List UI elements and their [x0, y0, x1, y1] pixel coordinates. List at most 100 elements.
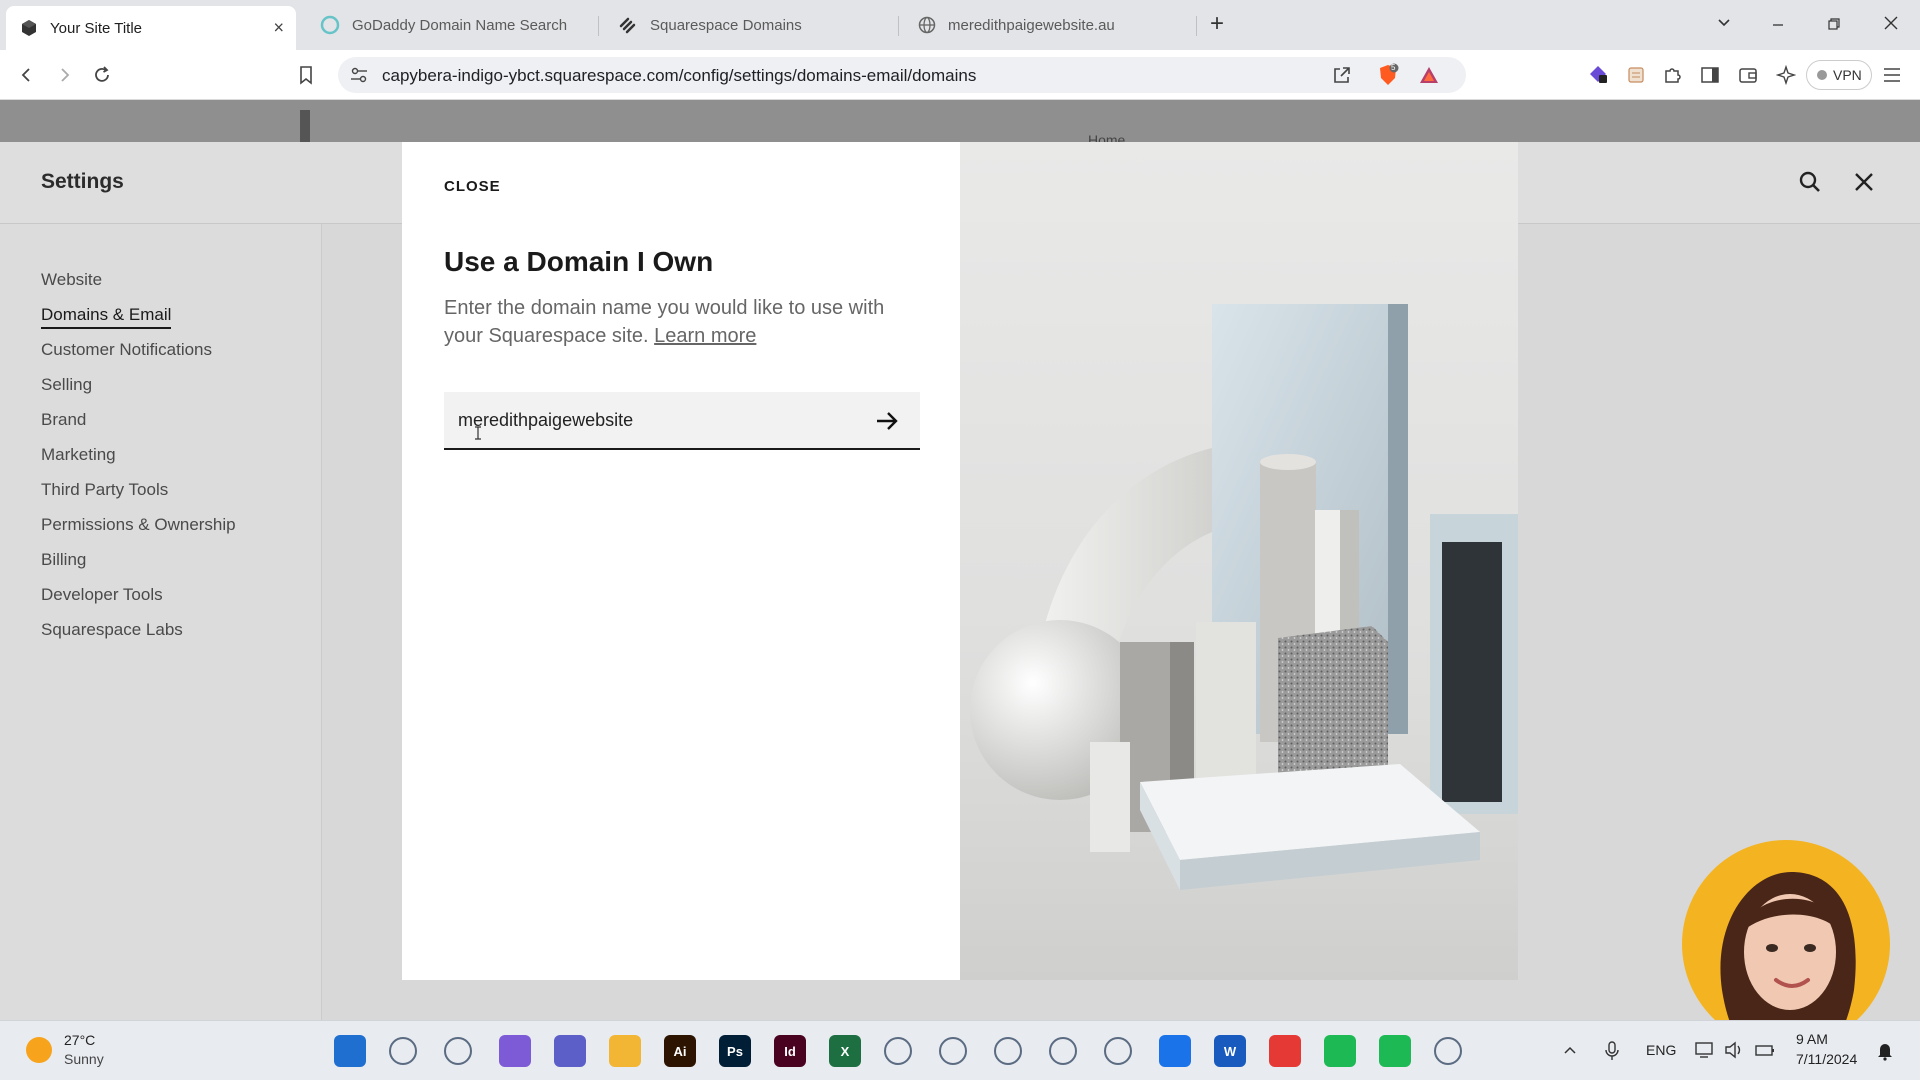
modal-form-panel: CLOSE Use a Domain I Own Enter the domai…	[402, 142, 960, 980]
search-icon[interactable]	[389, 1037, 417, 1065]
learn-more-link[interactable]: Learn more	[654, 325, 756, 347]
back-arrow-icon[interactable]	[18, 66, 36, 84]
modal-description: Enter the domain name you would like to …	[444, 294, 924, 350]
task-view-icon[interactable]	[444, 1037, 472, 1065]
close-tab-icon[interactable]: ×	[273, 18, 284, 39]
site-settings-icon[interactable]	[350, 67, 368, 83]
submit-arrow-button[interactable]	[872, 406, 902, 436]
weather-temperature[interactable]: 27°C	[64, 1032, 95, 1048]
tab-separator	[1196, 16, 1197, 36]
presenter-avatar	[1720, 871, 1856, 1048]
menu-hamburger-icon[interactable]	[1882, 66, 1902, 84]
weather-condition[interactable]: Sunny	[64, 1051, 104, 1067]
wallet-icon[interactable]	[1738, 65, 1758, 85]
illustrator-icon[interactable]: Ai	[664, 1035, 696, 1067]
shield-badge-count: 5	[1391, 63, 1396, 72]
tab-title: Squarespace Domains	[650, 16, 802, 34]
sidebar-item-customer-notifications[interactable]: Customer Notifications	[41, 340, 212, 360]
forward-arrow-icon[interactable]	[55, 66, 73, 84]
teams-icon[interactable]	[554, 1035, 586, 1067]
arrow-right-icon	[877, 412, 898, 430]
tab-squarespace-domains[interactable]: Squarespace Domains	[604, 8, 894, 42]
network-icon[interactable]	[1694, 1041, 1714, 1059]
modal-close-button[interactable]: CLOSE	[444, 178, 501, 195]
sidebar-item-website[interactable]: Website	[41, 270, 102, 290]
settings-title: Settings	[41, 170, 124, 193]
share-icon[interactable]	[1332, 65, 1352, 85]
minimize-window-icon[interactable]	[1770, 16, 1786, 32]
windows-start-icon[interactable]	[334, 1035, 366, 1067]
brave-icon[interactable]	[939, 1037, 967, 1065]
photoshop-icon[interactable]: Ps	[719, 1035, 751, 1067]
edge-globe-icon[interactable]	[994, 1037, 1022, 1065]
video-app-icon[interactable]	[1269, 1035, 1301, 1067]
address-bar[interactable]: capybera-indigo-ybct.squarespace.com/con…	[338, 57, 1466, 93]
language-indicator[interactable]: ENG	[1646, 1042, 1676, 1058]
sidebar-item-brand[interactable]: Brand	[41, 410, 86, 430]
notepad-icon[interactable]	[1049, 1037, 1077, 1065]
calculator-icon[interactable]	[1104, 1037, 1132, 1065]
sidebar-toggle-icon[interactable]	[1700, 65, 1720, 85]
excel-icon[interactable]: X	[829, 1035, 861, 1067]
url-text[interactable]: capybera-indigo-ybct.squarespace.com/con…	[382, 66, 976, 86]
sculpture-illustration	[970, 304, 1518, 890]
webcam-overlay	[1682, 840, 1890, 1048]
copilot-icon[interactable]	[499, 1035, 531, 1067]
docs-icon[interactable]	[1159, 1035, 1191, 1067]
indesign-icon[interactable]: Id	[774, 1035, 806, 1067]
vpn-button[interactable]: VPN	[1806, 60, 1872, 90]
sidebar-item-selling[interactable]: Selling	[41, 375, 92, 395]
new-tab-button[interactable]: +	[1210, 10, 1224, 38]
close-settings-icon[interactable]	[1853, 171, 1875, 193]
tab-title: Your Site Title	[50, 19, 142, 37]
restore-window-icon[interactable]	[1826, 16, 1842, 32]
volume-icon[interactable]	[1724, 1041, 1744, 1059]
vpn-label: VPN	[1833, 67, 1862, 83]
windows-taskbar: 27°C Sunny Ai Ps Id X W ENG 9 AM 7/11/2024	[0, 1020, 1920, 1080]
tab-title: GoDaddy Domain Name Search	[352, 16, 568, 34]
sidebar-item-domains-email[interactable]: Domains & Email	[41, 305, 172, 329]
sidebar-item-third-party-tools[interactable]: Third Party Tools	[41, 480, 168, 500]
brave-shield-icon[interactable]: 5	[1376, 63, 1400, 87]
tray-overflow-chevron-icon[interactable]	[1562, 1043, 1578, 1057]
word-icon[interactable]: W	[1214, 1035, 1246, 1067]
tab-godaddy[interactable]: GoDaddy Domain Name Search	[306, 8, 596, 42]
close-window-icon[interactable]	[1882, 14, 1900, 32]
reload-icon[interactable]	[92, 65, 112, 85]
text-cursor-icon	[474, 426, 482, 440]
tab-meredithpaigewebsite[interactable]: meredithpaigewebsite.au	[904, 8, 1194, 42]
domain-name-input[interactable]	[458, 392, 858, 448]
chrome-icon[interactable]	[884, 1037, 912, 1065]
browser-toolbar: capybera-indigo-ybct.squarespace.com/con…	[0, 50, 1920, 100]
search-icon[interactable]	[1798, 170, 1822, 194]
globe-icon	[918, 16, 936, 34]
clock-date[interactable]: 7/11/2024	[1796, 1051, 1857, 1067]
squarespace-cube-icon	[20, 19, 38, 37]
battery-icon[interactable]	[1754, 1041, 1776, 1059]
tab-your-site-title[interactable]: Your Site Title ×	[6, 6, 296, 50]
sidebar-item-developer-tools[interactable]: Developer Tools	[41, 585, 163, 605]
use-domain-modal: CLOSE Use a Domain I Own Enter the domai…	[402, 142, 1518, 980]
extensions-puzzle-icon[interactable]	[1662, 65, 1682, 85]
leo-ai-icon[interactable]	[1776, 65, 1796, 85]
godaddy-icon	[320, 15, 340, 35]
browser-tab-bar: Your Site Title × GoDaddy Domain Name Se…	[0, 0, 1920, 50]
sidebar-item-permissions-ownership[interactable]: Permissions & Ownership	[41, 515, 236, 535]
sun-weather-icon[interactable]	[26, 1037, 52, 1063]
clock-time[interactable]: 9 AM	[1796, 1031, 1828, 1047]
bookmark-icon[interactable]	[298, 65, 314, 85]
spotify-2-icon[interactable]	[1379, 1035, 1411, 1067]
tab-title: meredithpaigewebsite.au	[948, 16, 1115, 34]
vpn-app-icon[interactable]	[1434, 1037, 1462, 1065]
sidebar-item-marketing[interactable]: Marketing	[41, 445, 116, 465]
sidebar-item-billing[interactable]: Billing	[41, 550, 86, 570]
microphone-icon[interactable]	[1604, 1040, 1620, 1062]
file-explorer-icon[interactable]	[609, 1035, 641, 1067]
tab-list-chevron-icon[interactable]	[1716, 14, 1732, 30]
brave-rewards-icon[interactable]	[1418, 65, 1440, 85]
extension-note-icon[interactable]	[1626, 65, 1646, 85]
notification-bell-icon[interactable]	[1876, 1041, 1894, 1061]
extension-lock-icon[interactable]	[1588, 64, 1608, 86]
sidebar-item-squarespace-labs[interactable]: Squarespace Labs	[41, 620, 183, 640]
spotify-1-icon[interactable]	[1324, 1035, 1356, 1067]
